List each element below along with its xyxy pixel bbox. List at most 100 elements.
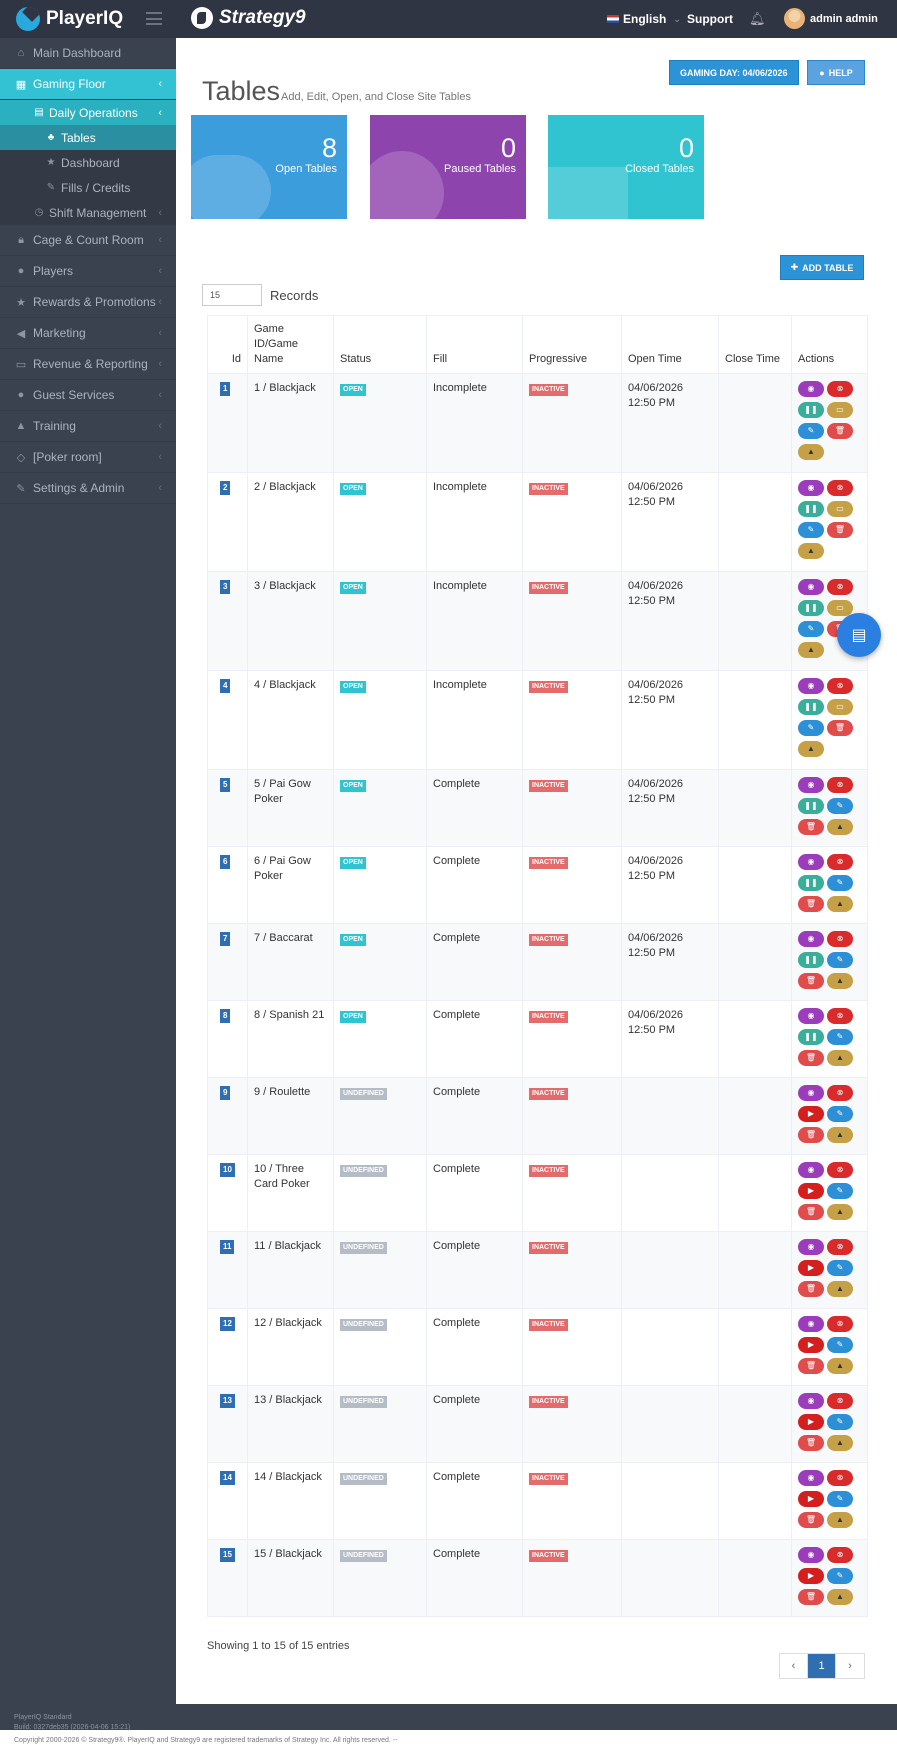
pagination-page-1[interactable]: 1 <box>808 1654 836 1678</box>
pause-button[interactable]: ❚❚ <box>798 600 824 616</box>
language-selector[interactable]: English ⌄ <box>607 12 681 26</box>
playeriq-logo[interactable]: PlayerIQ <box>16 7 123 31</box>
row-id-badge[interactable]: 1 <box>220 382 231 396</box>
column-header-open-time[interactable]: Open Time <box>621 315 719 374</box>
edit-button[interactable]: ✎ <box>827 1414 853 1430</box>
row-id-badge[interactable]: 7 <box>220 932 231 946</box>
column-header-close-time[interactable]: Close Time <box>718 315 792 374</box>
delete-button[interactable]: 🗑︎ <box>798 1050 824 1066</box>
view-button[interactable]: ◉ <box>798 678 824 694</box>
sidebar-item-gaming-floor[interactable]: ▦ Gaming Floor ‹ <box>0 69 176 100</box>
close-table-button[interactable]: ⊗ <box>827 931 853 947</box>
pause-button[interactable]: ❚❚ <box>798 875 824 891</box>
user-name[interactable]: admin admin <box>810 13 878 25</box>
delete-button[interactable]: 🗑︎ <box>798 973 824 989</box>
column-header-progressive[interactable]: Progressive <box>522 315 622 374</box>
edit-button[interactable]: ✎ <box>827 1029 853 1045</box>
pause-button[interactable]: ❚❚ <box>798 699 824 715</box>
close-table-button[interactable]: ⊗ <box>827 381 853 397</box>
row-id-badge[interactable]: 3 <box>220 580 231 594</box>
open-table-button[interactable]: ▶ <box>798 1414 824 1430</box>
row-id-badge[interactable]: 15 <box>220 1548 235 1562</box>
view-button[interactable]: ◉ <box>798 381 824 397</box>
edit-button[interactable]: ✎ <box>827 1183 853 1199</box>
close-table-button[interactable]: ⊗ <box>827 579 853 595</box>
delete-button[interactable]: 🗑︎ <box>798 1435 824 1451</box>
sidebar-item-daily-operations[interactable]: ▤ Daily Operations ‹ <box>0 100 176 125</box>
close-table-button[interactable]: ⊗ <box>827 854 853 870</box>
support-link[interactable]: Support <box>687 12 733 26</box>
view-button[interactable]: ◉ <box>798 1085 824 1101</box>
edit-button[interactable]: ✎ <box>827 1260 853 1276</box>
row-id-badge[interactable]: 6 <box>220 855 231 869</box>
row-id-badge[interactable]: 12 <box>220 1317 235 1331</box>
menu-toggle-icon[interactable] <box>146 12 162 25</box>
column-header-id[interactable]: Id <box>207 315 248 374</box>
edit-button[interactable]: ✎ <box>827 952 853 968</box>
sidebar-item-main-dashboard[interactable]: ⌂ Main Dashboard <box>0 38 176 69</box>
column-header-fill[interactable]: Fill <box>426 315 523 374</box>
view-button[interactable]: ◉ <box>798 1316 824 1332</box>
sidebar-item-rewards-promotions[interactable]: ★ Rewards & Promotions ‹ <box>0 287 176 318</box>
pagination-next-button[interactable]: › <box>836 1654 864 1678</box>
edit-button[interactable]: ✎ <box>798 423 824 439</box>
alert-button[interactable]: ▲ <box>827 1281 853 1297</box>
row-id-badge[interactable]: 10 <box>220 1163 235 1177</box>
delete-button[interactable]: 🗑︎ <box>798 1512 824 1528</box>
close-table-button[interactable]: ⊗ <box>827 1162 853 1178</box>
open-table-button[interactable]: ▶ <box>798 1106 824 1122</box>
alert-button[interactable]: ▲ <box>798 741 824 757</box>
alert-button[interactable]: ▲ <box>827 1589 853 1605</box>
help-button[interactable]: ● HELP <box>807 60 865 85</box>
open-table-button[interactable]: ▶ <box>798 1491 824 1507</box>
open-table-button[interactable]: ▶ <box>798 1183 824 1199</box>
pause-button[interactable]: ❚❚ <box>798 798 824 814</box>
edit-button[interactable]: ✎ <box>827 798 853 814</box>
sidebar-item-fills-credits[interactable]: ✎ Fills / Credits <box>0 175 176 200</box>
ticket-button[interactable]: ▭ <box>827 402 853 418</box>
delete-button[interactable]: 🗑︎ <box>798 1127 824 1143</box>
sidebar-item-shift-management[interactable]: ◷ Shift Management ‹ <box>0 200 176 225</box>
records-per-page-input[interactable] <box>202 284 262 306</box>
sidebar-item-settings-admin[interactable]: ✎ Settings & Admin ‹ <box>0 473 176 504</box>
sidebar-item-poker-room[interactable]: ◇ [Poker room] ‹ <box>0 442 176 473</box>
sidebar-item-players[interactable]: ● Players ‹ <box>0 256 176 287</box>
alert-button[interactable]: ▲ <box>827 1050 853 1066</box>
close-table-button[interactable]: ⊗ <box>827 777 853 793</box>
alert-button[interactable]: ▲ <box>798 444 824 460</box>
delete-button[interactable]: 🗑︎ <box>827 720 853 736</box>
delete-button[interactable]: 🗑︎ <box>827 522 853 538</box>
view-button[interactable]: ◉ <box>798 777 824 793</box>
ticket-button[interactable]: ▭ <box>827 600 853 616</box>
alert-button[interactable]: ▲ <box>827 896 853 912</box>
row-id-badge[interactable]: 5 <box>220 778 231 792</box>
edit-button[interactable]: ✎ <box>798 522 824 538</box>
view-button[interactable]: ◉ <box>798 579 824 595</box>
delete-button[interactable]: 🗑︎ <box>798 1589 824 1605</box>
close-table-button[interactable]: ⊗ <box>827 1008 853 1024</box>
edit-button[interactable]: ✎ <box>827 1106 853 1122</box>
open-table-button[interactable]: ▶ <box>798 1260 824 1276</box>
close-table-button[interactable]: ⊗ <box>827 1470 853 1486</box>
sidebar-item-marketing[interactable]: ◀ Marketing ‹ <box>0 318 176 349</box>
pause-button[interactable]: ❚❚ <box>798 501 824 517</box>
sidebar-item-tables[interactable]: ♣ Tables <box>0 125 176 150</box>
ticket-button[interactable]: ▭ <box>827 501 853 517</box>
sidebar-item-dashboard[interactable]: ★ Dashboard <box>0 150 176 175</box>
delete-button[interactable]: 🗑︎ <box>798 896 824 912</box>
sidebar-item-guest-services[interactable]: ● Guest Services ‹ <box>0 380 176 411</box>
alert-button[interactable]: ▲ <box>798 543 824 559</box>
gaming-day-button[interactable]: GAMING DAY: 04/06/2026 <box>669 60 799 85</box>
column-header-status[interactable]: Status <box>333 315 427 374</box>
alert-button[interactable]: ▲ <box>827 1435 853 1451</box>
close-table-button[interactable]: ⊗ <box>827 1239 853 1255</box>
row-id-badge[interactable]: 9 <box>220 1086 231 1100</box>
open-tables-tile[interactable]: 8 Open Tables <box>191 115 347 219</box>
view-button[interactable]: ◉ <box>798 1547 824 1563</box>
avatar[interactable] <box>784 8 805 29</box>
open-table-button[interactable]: ▶ <box>798 1337 824 1353</box>
view-button[interactable]: ◉ <box>798 1162 824 1178</box>
alert-button[interactable]: ▲ <box>798 642 824 658</box>
edit-button[interactable]: ✎ <box>827 1491 853 1507</box>
paused-tables-tile[interactable]: 0 Paused Tables <box>370 115 526 219</box>
